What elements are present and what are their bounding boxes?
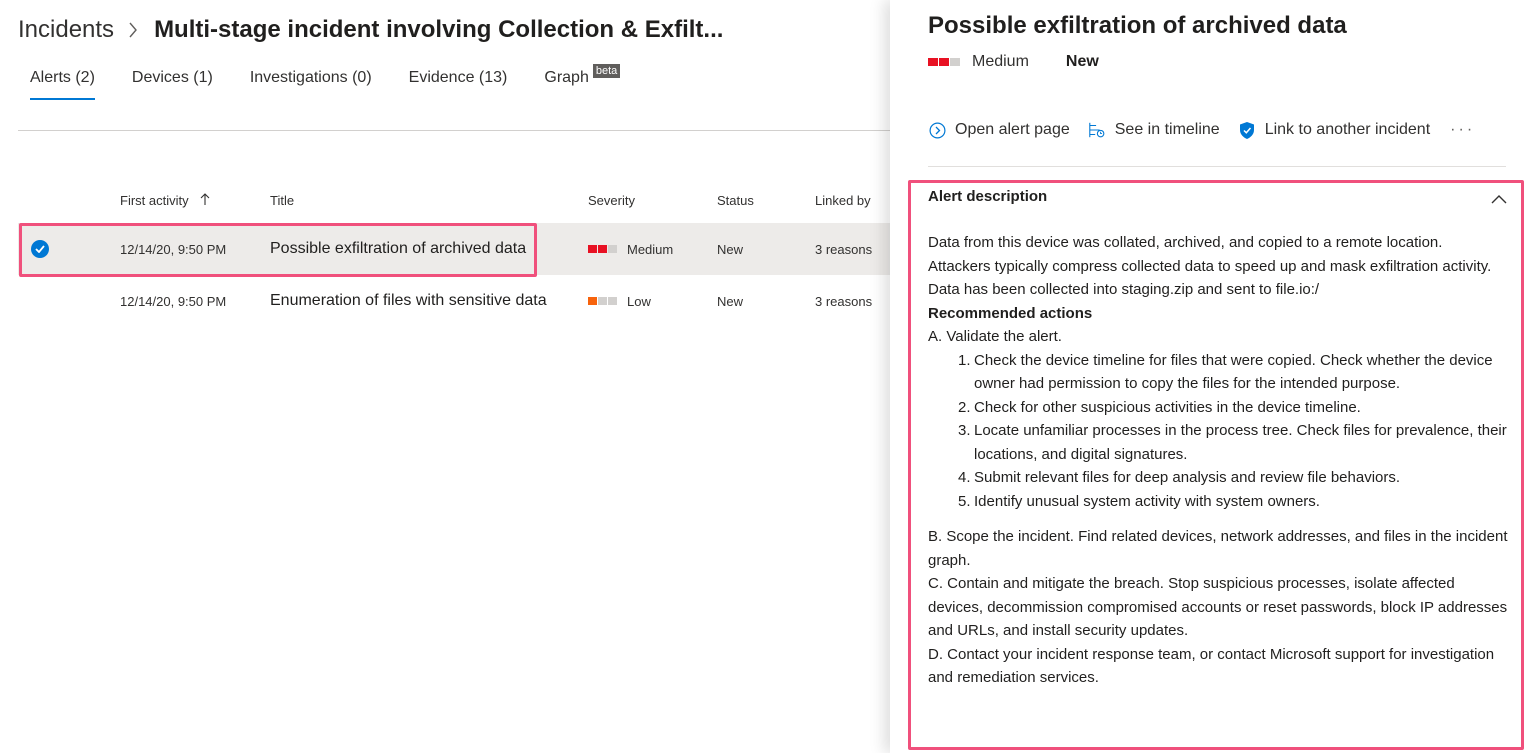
step-number: 5. [958, 492, 971, 510]
breadcrumb-incidents-link[interactable]: Incidents [18, 16, 114, 44]
first-activity-cell: 12/14/20, 9:50 PM [120, 241, 227, 257]
severity-cell: Medium [588, 223, 673, 275]
description-line: Data from this device was collated, arch… [928, 234, 1443, 251]
alert-title-link[interactable]: Enumeration of files with sensitive data [270, 275, 547, 327]
step-text: Submit relevant files for deep analysis … [974, 469, 1401, 486]
action-bar: Open alert page See in timeline Link to … [928, 121, 1475, 139]
severity-medium-icon [588, 245, 618, 253]
first-activity-cell: 12/14/20, 9:50 PM [120, 293, 227, 309]
description-line: Data has been collected into staging.zip… [928, 281, 1320, 298]
step-number: 2. [958, 398, 971, 416]
timeline-icon [1088, 121, 1106, 139]
list-item: 2. Check for other suspicious activities … [958, 396, 1508, 420]
step-text: Check for other suspicious activities in… [974, 398, 1361, 416]
validation-steps: 1. Check the device timeline for files th… [928, 349, 1508, 514]
severity-label: Low [627, 293, 651, 309]
column-label: First activity [120, 193, 189, 208]
chevron-right-icon [128, 20, 142, 40]
tab-label: Evidence (13) [408, 69, 508, 86]
step-b: B. Scope the incident. Find related devi… [928, 528, 1508, 569]
arrow-up-icon [200, 193, 210, 209]
table-row[interactable]: 12/14/20, 9:50 PM Possible exfiltration … [18, 223, 890, 275]
step-text: Check the device timeline for files that… [974, 351, 1493, 393]
step-text: Locate unfamiliar processes in the proce… [974, 422, 1507, 463]
alert-description-section: Alert description Data from this device … [908, 180, 1524, 750]
link-to-another-incident-button[interactable]: Link to another incident [1238, 121, 1430, 139]
incident-page: Incidents Multi-stage incident involving… [0, 0, 890, 753]
tab-bar: Alerts (2) Devices (1) Investigations (0… [30, 64, 657, 100]
more-actions-icon[interactable]: ··· [1450, 121, 1475, 139]
list-item: 1. Check the device timeline for files th… [958, 349, 1508, 396]
tab-evidence[interactable]: Evidence (13) [409, 66, 508, 100]
page-title: Multi-stage incident involving Collectio… [154, 16, 724, 43]
status-cell: New [717, 293, 744, 309]
table-header: First activity Title Severity Status Lin… [18, 190, 890, 212]
panel-divider [928, 166, 1506, 167]
tab-label: Alerts (2) [30, 69, 95, 86]
recommended-actions-title: Recommended actions [928, 304, 1093, 322]
severity-label: Medium [627, 241, 674, 257]
checkmark-icon[interactable] [31, 240, 49, 258]
tab-label: Investigations (0) [249, 69, 372, 86]
alert-details-panel: Possible exfiltration of archived data M… [890, 0, 1536, 753]
tab-devices[interactable]: Devices (1) [132, 66, 213, 100]
column-header-linked-by[interactable]: Linked by [815, 193, 871, 208]
tab-divider [18, 130, 890, 131]
column-header-severity[interactable]: Severity [588, 193, 635, 208]
tab-investigations[interactable]: Investigations (0) [250, 66, 372, 100]
chevron-up-icon[interactable] [1491, 191, 1507, 204]
see-in-timeline-button[interactable]: See in timeline [1088, 121, 1220, 139]
open-alert-page-button[interactable]: Open alert page [928, 121, 1070, 139]
panel-title: Possible exfiltration of archived data [928, 12, 1347, 39]
step-number: 4. [958, 469, 971, 486]
chevron-circle-right-icon [928, 121, 946, 139]
step-number: 3. [958, 422, 971, 439]
linked-by-cell[interactable]: 3 reasons [815, 275, 872, 327]
linked-by-cell[interactable]: 3 reasons [815, 223, 872, 275]
tab-alerts[interactable]: Alerts (2) [30, 66, 95, 100]
severity-label: Medium [972, 53, 1029, 70]
list-item: 3. Locate unfamiliar processes in the pro… [958, 419, 1508, 466]
shield-icon [1238, 121, 1256, 139]
step-a: A. Validate the alert. [928, 328, 1062, 345]
status-cell: New [717, 241, 744, 257]
step-d: D. Contact your incident response team, … [928, 645, 1495, 687]
column-header-title[interactable]: Title [270, 193, 294, 208]
alert-meta: Medium New [928, 53, 1099, 71]
tab-label: Graph [544, 69, 589, 86]
section-header: Alert description [928, 188, 1048, 205]
tab-label: Devices (1) [131, 69, 213, 86]
severity-cell: Low [588, 275, 651, 327]
action-label: See in timeline [1114, 121, 1220, 138]
list-item: 5. Identify unusual system activity with … [958, 490, 1508, 514]
alert-title-link[interactable]: Possible exfiltration of archived data [270, 223, 526, 275]
action-label: Open alert page [955, 121, 1070, 138]
column-header-first-activity[interactable]: First activity [120, 193, 210, 209]
step-number: 1. [958, 351, 971, 369]
column-header-status[interactable]: Status [717, 193, 754, 208]
step-text: Identify unusual system activity with sy… [974, 492, 1320, 510]
description-line: Attackers typically compress collected d… [928, 257, 1492, 275]
list-item: 4. Submit relevant files for deep analysi… [958, 466, 1508, 490]
status-label: New [1065, 53, 1099, 70]
table-row[interactable]: 12/14/20, 9:50 PM Enumeration of files w… [18, 275, 890, 327]
step-c: C. Contain and mitigate the breach. Stop… [928, 575, 1508, 639]
severity-low-icon [588, 297, 618, 305]
action-label: Link to another incident [1264, 121, 1431, 138]
tab-graph[interactable]: Graph beta [544, 64, 621, 100]
description-body: Data from this device was collated, arch… [928, 231, 1508, 690]
breadcrumb: Incidents Multi-stage incident involving… [18, 14, 723, 46]
severity-medium-icon [928, 58, 961, 66]
beta-badge: beta [592, 64, 621, 78]
